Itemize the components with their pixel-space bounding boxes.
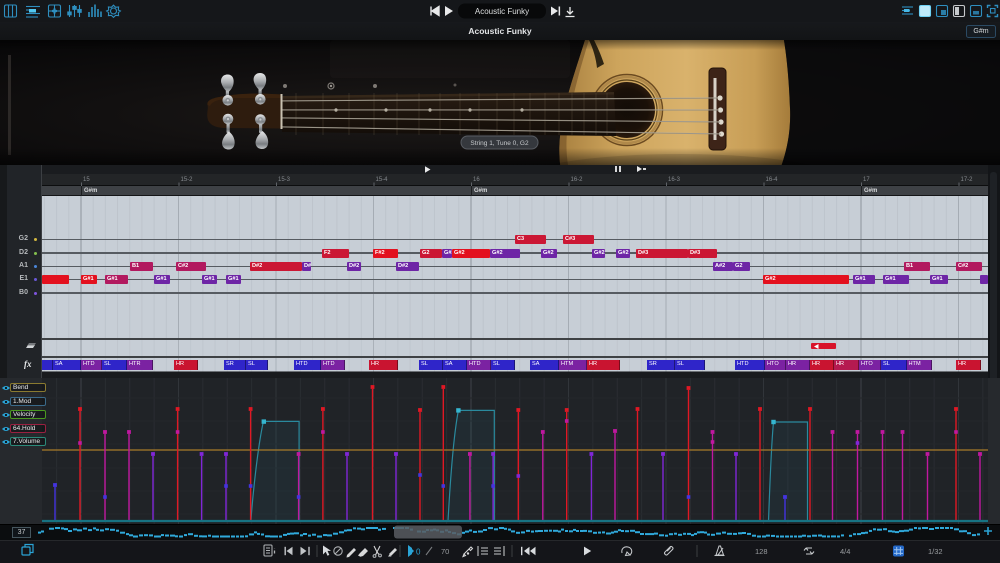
svg-text:128: 128 (755, 547, 768, 556)
svg-text:70: 70 (441, 547, 449, 556)
svg-text:0: 0 (416, 548, 421, 557)
svg-text:4/4: 4/4 (840, 547, 850, 556)
svg-text:1/32: 1/32 (928, 547, 943, 556)
